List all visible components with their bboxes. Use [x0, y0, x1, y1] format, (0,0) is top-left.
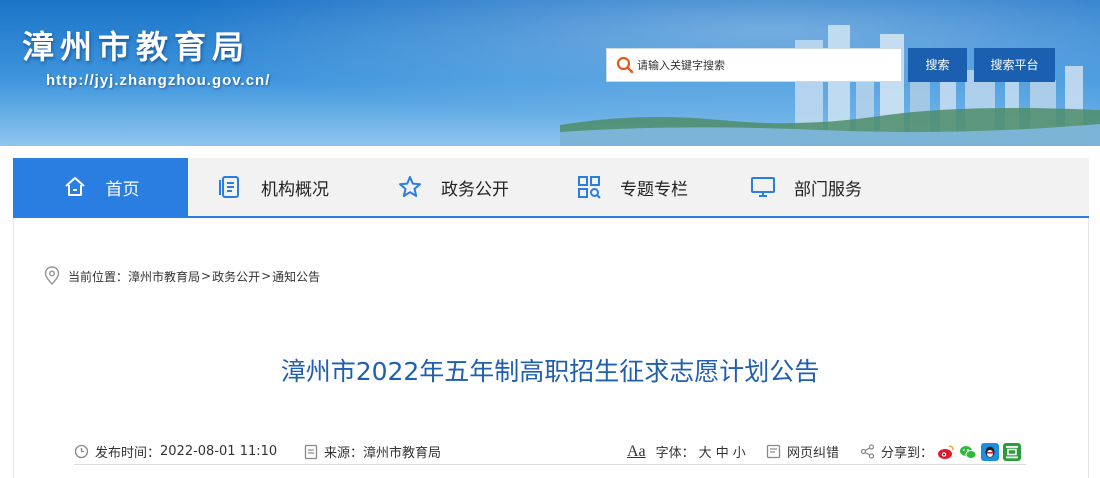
location-pin-icon: [44, 266, 60, 286]
article-title: 漳州市2022年五年制高职招生征求志愿计划公告: [280, 357, 820, 386]
site-title: 漳州市教育局: [22, 28, 251, 66]
breadcrumb-link-home[interactable]: 漳州市教育局: [128, 268, 200, 285]
nav-item-home[interactable]: 首页: [13, 158, 188, 216]
font-size-control: Aa 字体： 大 中 小: [627, 442, 746, 462]
share-label: 分享到：: [881, 446, 934, 461]
source-value: 漳州市教育局: [363, 446, 442, 461]
nav-label-gov: 政务公开: [441, 179, 509, 200]
search-box: [606, 48, 902, 82]
weibo-icon[interactable]: [937, 443, 955, 461]
publish-date-value: 2022-08-01 11:10: [160, 444, 278, 459]
breadcrumb-separator: >: [261, 269, 272, 283]
font-size-large[interactable]: 大: [699, 442, 712, 461]
home-icon: [64, 177, 85, 196]
font-size-small[interactable]: 小: [733, 442, 746, 461]
nav-item-gov[interactable]: 政务公开: [397, 158, 509, 216]
grid-search-icon: [578, 176, 601, 199]
city-skyline-illustration: [560, 25, 1100, 146]
breadcrumb-separator: >: [201, 269, 212, 283]
source-document-icon: [304, 444, 318, 459]
document-list-icon: [219, 176, 239, 198]
font-size-icon: Aa: [627, 442, 646, 460]
qq-icon[interactable]: [981, 442, 1000, 461]
breadcrumb-link-gov[interactable]: 政务公开: [212, 268, 260, 285]
font-size-medium[interactable]: 中: [716, 442, 729, 461]
search-platform-button[interactable]: 搜索平台: [974, 48, 1055, 82]
source-label: 来源：: [324, 446, 364, 461]
breadcrumb-link-notices[interactable]: 通知公告: [272, 268, 320, 285]
nav-item-topic[interactable]: 专题专栏: [576, 158, 688, 216]
report-error-icon: [766, 444, 781, 459]
site-url: http://jyj.zhangzhou.gov.cn/: [46, 72, 271, 89]
star-icon: [399, 176, 421, 197]
clock-icon: [74, 444, 89, 459]
wechat-icon[interactable]: [959, 443, 977, 461]
monitor-icon: [751, 177, 775, 197]
douban-icon[interactable]: [1003, 442, 1022, 461]
font-size-label: 字体：: [655, 446, 695, 461]
article-source: 来源： 漳州市教育局: [304, 442, 441, 461]
search-button[interactable]: 搜索: [908, 48, 967, 82]
error-report-label: 网页纠错: [787, 446, 840, 461]
share-bar: 分享到：: [860, 442, 1022, 461]
publish-date-label: 发布时间：: [95, 446, 161, 461]
publish-date: 发布时间： 2022-08-01 11:10: [74, 442, 277, 461]
article-meta-bar: 发布时间： 2022-08-01 11:10 来源： 漳州市教育局 Aa 字体：…: [74, 438, 1026, 465]
error-report-link[interactable]: 网页纠错: [766, 442, 839, 461]
main-nav: 首页 机构概况 政务公开 专题专栏 部门服务: [13, 158, 1089, 218]
search-input[interactable]: [637, 49, 897, 81]
nav-label-dept: 部门服务: [794, 179, 862, 200]
breadcrumb-prefix: 当前位置：: [68, 269, 129, 284]
nav-label-home: 首页: [105, 179, 140, 200]
search-icon: [616, 56, 634, 74]
nav-item-org[interactable]: 机构概况: [217, 158, 329, 216]
nav-label-org: 机构概况: [261, 179, 329, 200]
share-icon: [860, 444, 875, 459]
breadcrumb: 当前位置： 漳州市教育局 > 政务公开 > 通知公告: [44, 266, 320, 286]
nav-item-dept[interactable]: 部门服务: [750, 158, 862, 216]
nav-label-topic: 专题专栏: [620, 179, 688, 200]
